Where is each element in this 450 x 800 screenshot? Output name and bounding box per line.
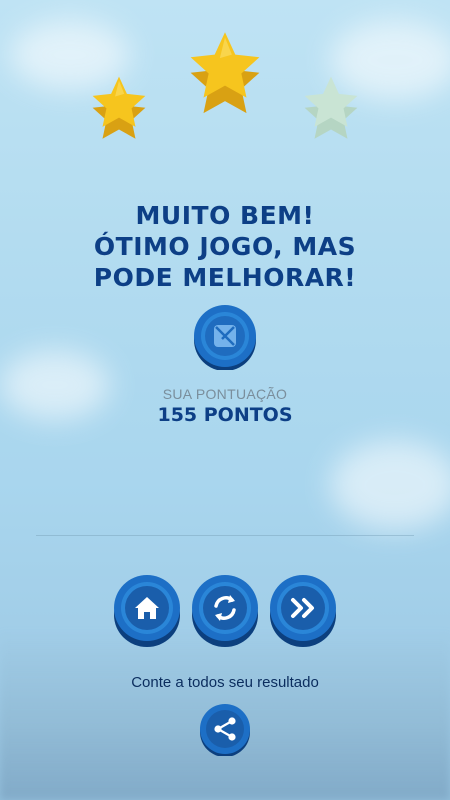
replay-icon xyxy=(192,575,258,647)
star-rating xyxy=(0,0,450,170)
headline-line: ÓTIMO JOGO, MAS xyxy=(93,232,357,261)
score-value: 155 PONTOS xyxy=(157,404,293,426)
headline-line: MUITO BEM! xyxy=(135,201,315,230)
share-icon xyxy=(200,704,250,757)
result-headline: MUITO BEM! ÓTIMO JOGO, MAS PODE MELHORAR… xyxy=(0,200,450,293)
replay-button[interactable] xyxy=(191,574,259,648)
star-icon-filled xyxy=(190,32,260,114)
home-button[interactable] xyxy=(113,574,181,648)
star-icon-filled xyxy=(92,76,146,139)
home-icon xyxy=(114,575,180,647)
kite-coin-icon xyxy=(194,305,256,370)
share-button[interactable] xyxy=(199,704,251,757)
next-button[interactable] xyxy=(269,574,337,648)
fast-forward-icon xyxy=(270,575,336,647)
share-prompt: Conte a todos seu resultado xyxy=(131,674,319,691)
divider xyxy=(36,535,414,536)
star-icon-empty xyxy=(304,76,358,139)
headline-line: PODE MELHORAR! xyxy=(93,263,357,292)
score-label: SUA PONTUAÇÃO xyxy=(162,386,288,402)
background-cloud xyxy=(330,440,450,530)
